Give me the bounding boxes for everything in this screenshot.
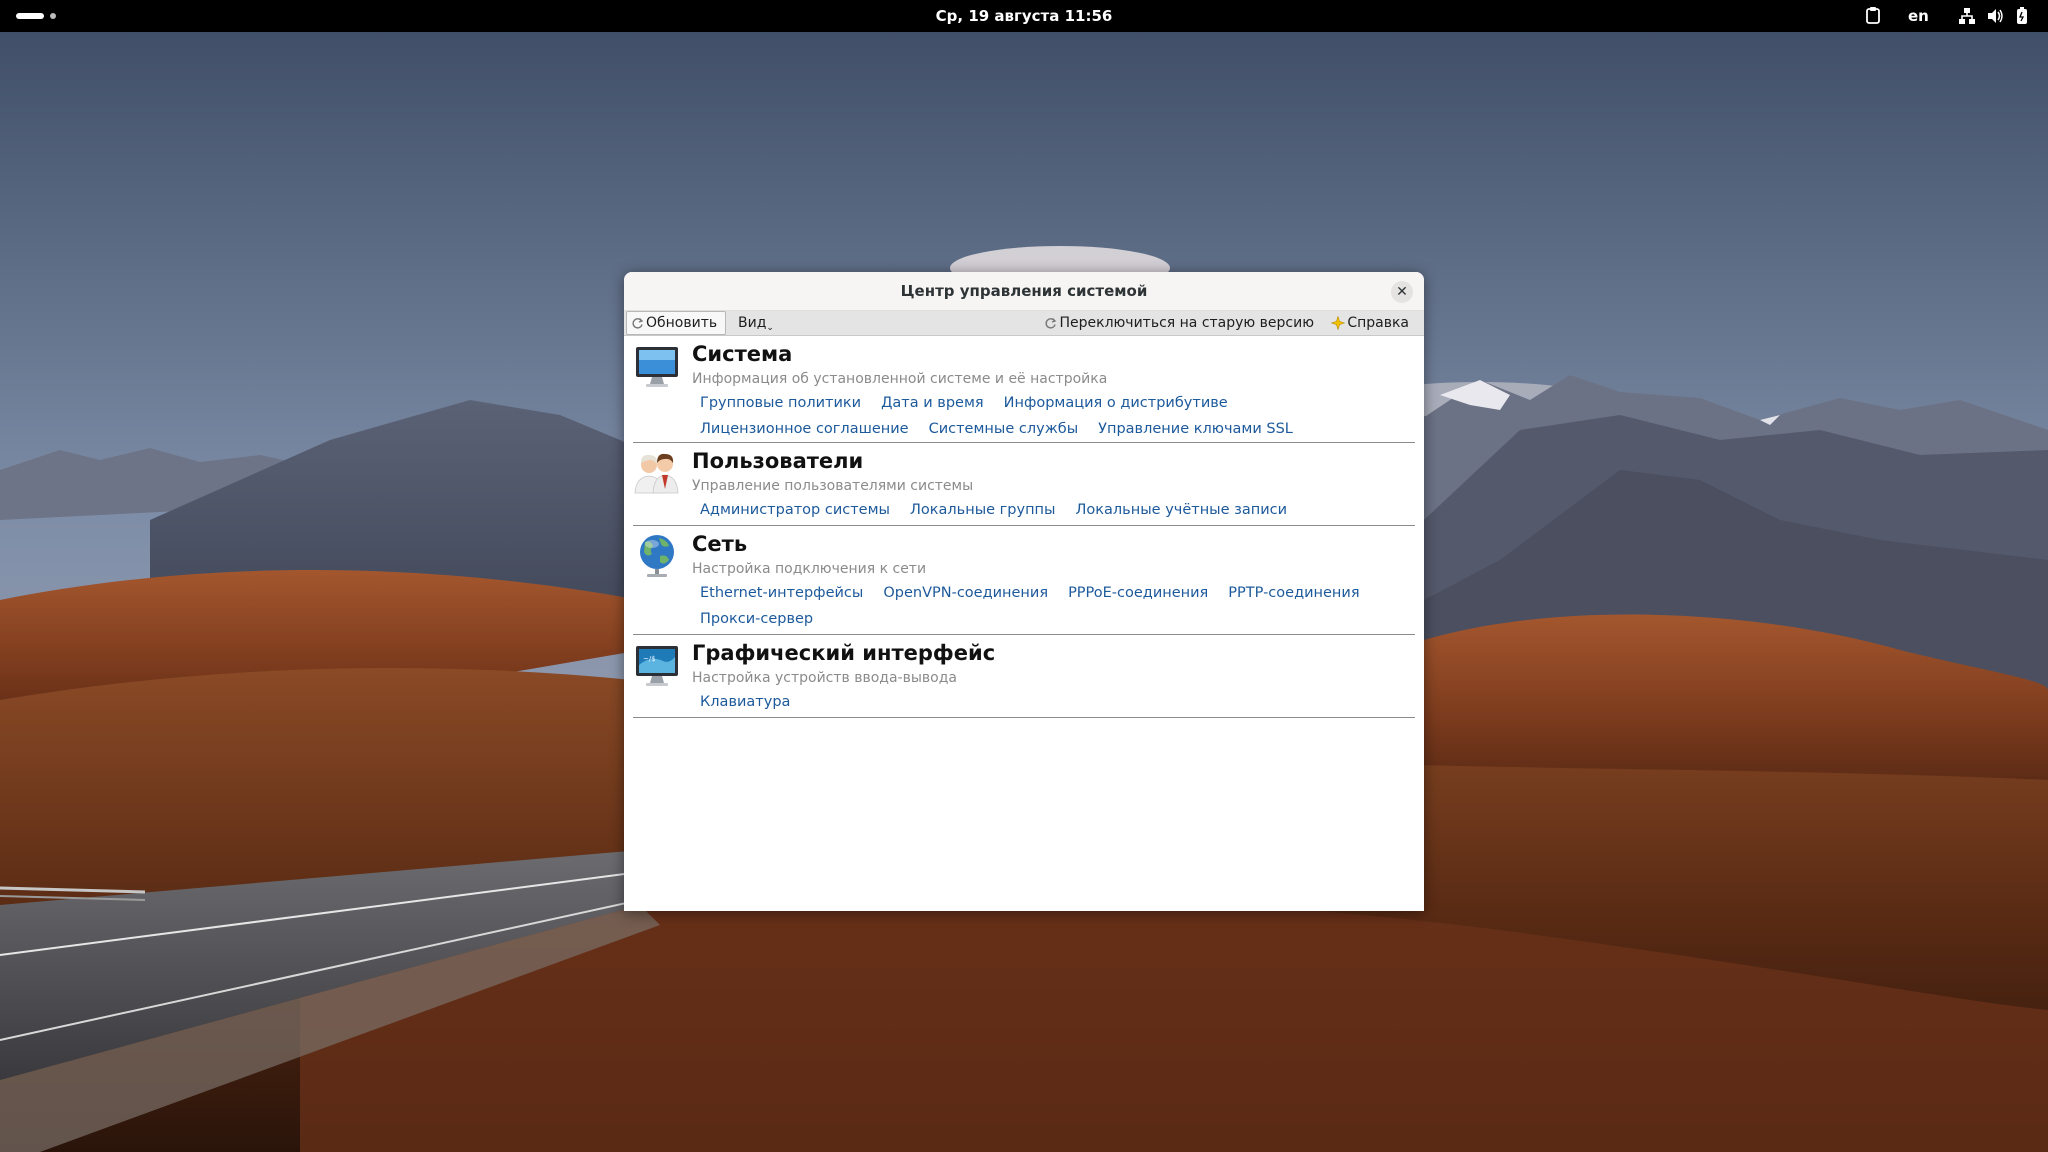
- section-description: Управление пользователями системы: [692, 478, 974, 494]
- network-icon[interactable]: [1958, 0, 1976, 32]
- link-local-accounts[interactable]: Локальные учётные записи: [1076, 497, 1288, 523]
- section-title[interactable]: Графический интерфейс: [692, 641, 995, 665]
- battery-icon[interactable]: [2014, 0, 2030, 32]
- section-links: Групповые политики Дата и время Информация…: [692, 390, 1415, 442]
- window-title: Центр управления системой: [900, 282, 1148, 300]
- clock-container: Ср, 19 августа 11:56: [0, 0, 2048, 32]
- top-panel: Ср, 19 августа 11:56 en: [0, 0, 2048, 32]
- section-title[interactable]: Пользователи: [692, 449, 863, 473]
- workspace-dot[interactable]: [50, 13, 56, 19]
- section-description: Информация об установленной системе и её…: [692, 371, 1108, 387]
- clock[interactable]: Ср, 19 августа 11:56: [936, 7, 1113, 25]
- section-links: Администратор системы Локальные группы Лок…: [692, 497, 1415, 523]
- globe-icon: [640, 535, 674, 577]
- link-keyboard[interactable]: Клавиатура: [700, 689, 790, 715]
- section-title[interactable]: Сеть: [692, 532, 747, 556]
- view-label: Вид: [738, 315, 767, 331]
- toolbar: Обновить Вид⌄ Переключиться на старую ве…: [624, 311, 1424, 336]
- users-icon: [634, 453, 679, 494]
- switch-icon: [1045, 317, 1057, 328]
- help-label: Справка: [1347, 315, 1409, 331]
- switch-old-version-button[interactable]: Переключиться на старую версию: [1044, 311, 1314, 335]
- section-graphical-interface: ~/$ Графический интерфейс Настройка устр…: [633, 635, 1415, 718]
- link-date-time[interactable]: Дата и время: [881, 390, 984, 416]
- link-pptp[interactable]: PPTP-соединения: [1228, 580, 1359, 606]
- link-openvpn[interactable]: OpenVPN-соединения: [883, 580, 1048, 606]
- help-star-icon: [1331, 316, 1346, 330]
- section-title[interactable]: Система: [692, 342, 792, 366]
- refresh-icon: [632, 317, 644, 328]
- help-button[interactable]: Справка: [1331, 311, 1409, 335]
- svg-text:~/$: ~/$: [643, 655, 656, 663]
- link-local-groups[interactable]: Локальные группы: [910, 497, 1056, 523]
- link-row: Лицензионное соглашение Системные службы У…: [692, 416, 1415, 442]
- clipboard-icon[interactable]: [1865, 0, 1881, 32]
- link-row: Клавиатура: [692, 689, 1415, 715]
- keyboard-language-indicator[interactable]: en: [1908, 0, 1929, 32]
- link-system-services[interactable]: Системные службы: [929, 416, 1079, 442]
- section-system: Система Информация об установленной сист…: [633, 336, 1415, 443]
- link-ssl-keys[interactable]: Управление ключами SSL: [1098, 416, 1293, 442]
- link-group-policies[interactable]: Групповые политики: [700, 390, 861, 416]
- section-network: Сеть Настройка подключения к сети Ethern…: [633, 526, 1415, 635]
- refresh-label: Обновить: [646, 315, 718, 331]
- content-area: Система Информация об установленной сист…: [624, 336, 1424, 718]
- close-icon: ✕: [1396, 284, 1408, 300]
- control-center-window: Центр управления системой ✕ Обновить Вид…: [624, 272, 1424, 911]
- monitor-icon: [636, 347, 678, 387]
- chevron-down-icon: ⌄: [766, 323, 774, 333]
- switch-old-version-label: Переключиться на старую версию: [1059, 315, 1314, 331]
- display-settings-icon: ~/$: [636, 646, 678, 686]
- activities-indicator[interactable]: [16, 13, 44, 19]
- link-system-administrator[interactable]: Администратор системы: [700, 497, 890, 523]
- link-ethernet-interfaces[interactable]: Ethernet-интерфейсы: [700, 580, 863, 606]
- view-menu-button[interactable]: Вид⌄: [738, 311, 774, 335]
- close-button[interactable]: ✕: [1391, 281, 1413, 303]
- section-links: Клавиатура: [692, 689, 1415, 715]
- link-license-agreement[interactable]: Лицензионное соглашение: [700, 416, 909, 442]
- section-description: Настройка подключения к сети: [692, 561, 927, 577]
- link-row: Групповые политики Дата и время Информация…: [692, 390, 1415, 416]
- link-distribution-info[interactable]: Информация о дистрибутиве: [1004, 390, 1228, 416]
- section-links: Ethernet-интерфейсы OpenVPN-соединения PPP…: [692, 580, 1415, 632]
- window-titlebar[interactable]: Центр управления системой ✕: [624, 272, 1424, 311]
- link-pppoe[interactable]: PPPoE-соединения: [1068, 580, 1208, 606]
- section-description: Настройка устройств ввода-вывода: [692, 670, 957, 686]
- link-row: Прокси-сервер: [692, 606, 1415, 632]
- volume-icon[interactable]: [1986, 0, 2004, 32]
- link-proxy-server[interactable]: Прокси-сервер: [700, 606, 813, 632]
- link-row: Ethernet-интерфейсы OpenVPN-соединения PPP…: [692, 580, 1415, 606]
- link-row: Администратор системы Локальные группы Лок…: [692, 497, 1415, 523]
- section-users: Пользователи Управление пользователями с…: [633, 443, 1415, 526]
- refresh-button[interactable]: Обновить: [626, 311, 727, 335]
